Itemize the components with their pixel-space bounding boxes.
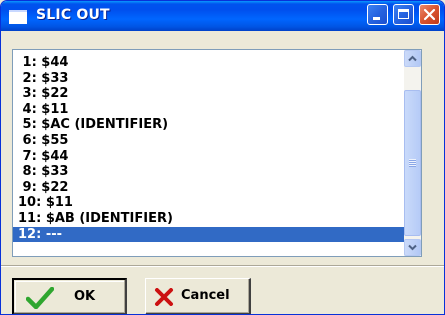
x-icon — [155, 288, 173, 306]
close-icon — [423, 8, 436, 21]
list-item[interactable]: 1: $44 — [13, 55, 404, 71]
list-item[interactable]: 8: $33 — [13, 164, 404, 180]
list-item[interactable]: 4: $11 — [13, 102, 404, 118]
maximize-icon — [398, 9, 409, 19]
checkmark-icon — [26, 287, 54, 309]
scroll-grip — [409, 159, 416, 167]
ok-label: OK — [74, 289, 96, 304]
divider — [1, 265, 444, 267]
minimize-icon — [373, 17, 380, 20]
minimize-button[interactable] — [367, 4, 388, 25]
ok-button[interactable]: OK — [12, 278, 127, 314]
scroll-down-button[interactable] — [404, 239, 421, 256]
list-item[interactable]: 6: $55 — [13, 133, 404, 149]
output-listbox[interactable]: 1: $44 2: $33 3: $22 4: $11 5: $AC (IDEN… — [12, 49, 422, 257]
list-item[interactable]: 12: --- — [13, 226, 404, 243]
chevron-down-icon — [408, 244, 417, 251]
window-icon — [9, 10, 27, 24]
list-item[interactable]: 3: $22 — [13, 86, 404, 102]
list-item[interactable]: 7: $44 — [13, 149, 404, 165]
window-title: SLIC OUT — [36, 7, 110, 23]
list-item[interactable]: 10: $11 — [13, 195, 404, 211]
cancel-button[interactable]: Cancel — [145, 278, 251, 314]
vertical-scrollbar[interactable] — [404, 50, 421, 256]
list-items: 1: $44 2: $33 3: $22 4: $11 5: $AC (IDEN… — [13, 55, 404, 243]
title-bar[interactable]: SLIC OUT — [1, 1, 444, 31]
list-item[interactable]: 9: $22 — [13, 180, 404, 196]
maximize-button[interactable] — [393, 4, 414, 25]
list-item[interactable]: 11: $AB (IDENTIFIER) — [13, 211, 404, 227]
scroll-thumb[interactable] — [404, 90, 421, 236]
dialog-window: SLIC OUT 1: $44 2: $33 3: $22 4: $11 5: … — [0, 0, 445, 315]
scroll-up-button[interactable] — [404, 50, 421, 67]
close-button[interactable] — [419, 4, 440, 25]
cancel-label: Cancel — [181, 288, 230, 303]
chevron-up-icon — [408, 55, 417, 62]
list-item[interactable]: 2: $33 — [13, 71, 404, 87]
list-item[interactable]: 5: $AC (IDENTIFIER) — [13, 117, 404, 133]
